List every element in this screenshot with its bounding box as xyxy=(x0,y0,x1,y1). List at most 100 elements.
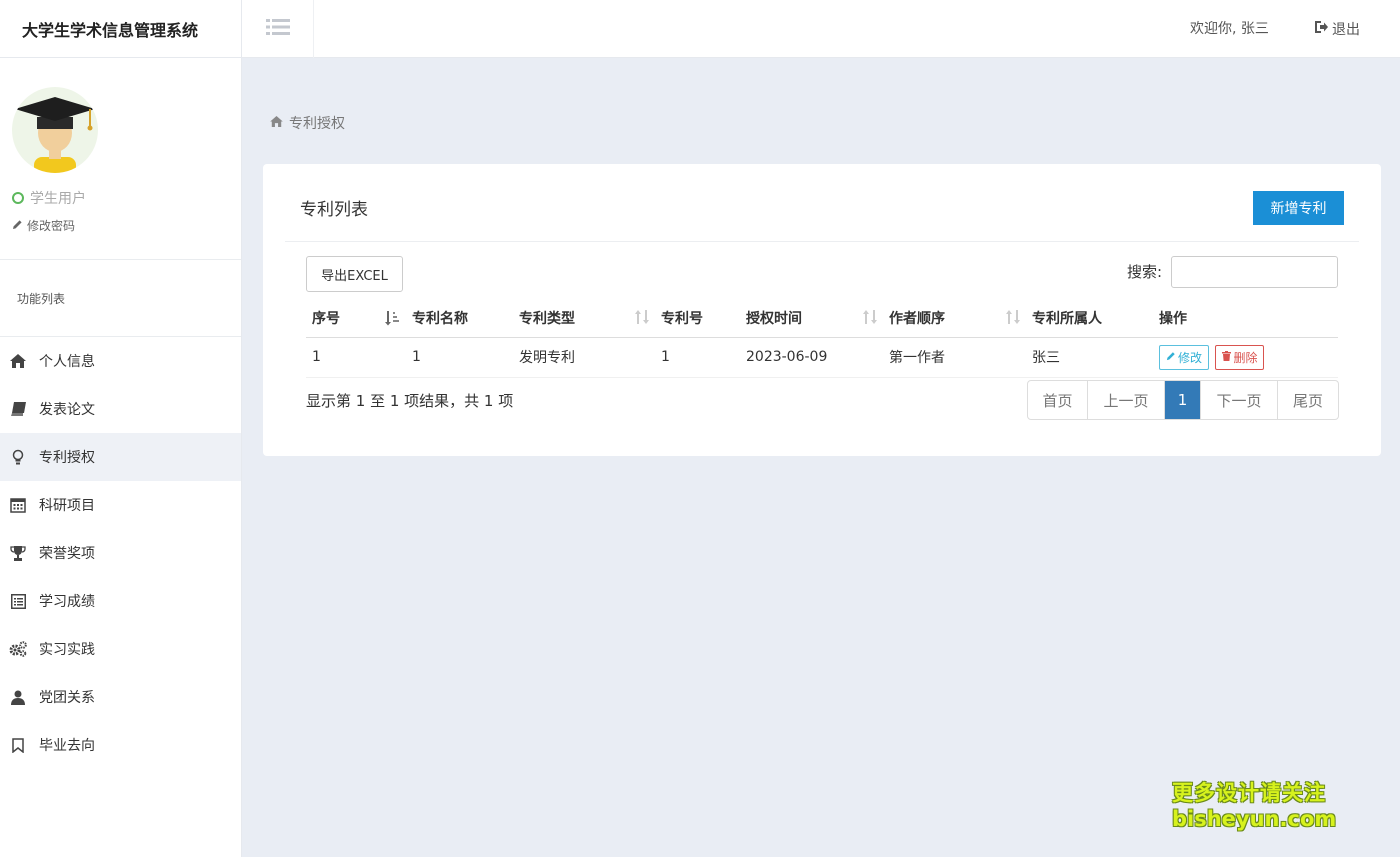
sidebar-item-graduation[interactable]: 毕业去向 xyxy=(0,721,241,769)
column-label: 作者顺序 xyxy=(889,311,945,328)
page-next-button[interactable]: 下一页 xyxy=(1201,381,1278,419)
sidebar-item-label: 发表论文 xyxy=(39,402,95,418)
column-label: 授权时间 xyxy=(746,311,802,328)
sort-icon xyxy=(1006,310,1020,328)
sidebar-item-research-projects[interactable]: 科研项目 xyxy=(0,481,241,529)
divider xyxy=(285,241,1359,242)
user-profile: 学生用户 修改密码 xyxy=(0,58,241,260)
sidebar-item-honors[interactable]: 荣誉奖项 xyxy=(0,529,241,577)
column-header-patent-no[interactable]: 专利号 xyxy=(655,300,740,338)
pencil-icon xyxy=(12,219,23,233)
user-role: 学生用户 xyxy=(12,188,86,208)
column-label: 专利类型 xyxy=(519,311,575,328)
sidebar-item-label: 专利授权 xyxy=(39,450,95,466)
sidebar-item-label: 荣誉奖项 xyxy=(39,546,95,562)
column-label: 序号 xyxy=(312,311,340,328)
home-icon xyxy=(270,115,283,131)
sidebar-item-label: 党团关系 xyxy=(39,690,95,706)
book-icon xyxy=(9,400,27,418)
cell-name: 1 xyxy=(406,337,513,378)
bookmark-icon xyxy=(9,736,27,754)
sidebar: 学生用户 修改密码 功能列表 个人信息 发表论文 专利授权 科研项目 荣誉奖项 … xyxy=(0,58,242,857)
search-input[interactable] xyxy=(1171,256,1338,288)
sidebar-item-label: 科研项目 xyxy=(39,498,95,514)
sidebar-item-patents[interactable]: 专利授权 xyxy=(0,433,241,481)
column-header-actions: 操作 xyxy=(1153,300,1338,338)
cell-no: 1 xyxy=(306,337,406,378)
sidebar-item-label: 个人信息 xyxy=(39,354,95,370)
page-prev-button[interactable]: 上一页 xyxy=(1088,381,1165,419)
patent-list-panel: 专利列表 新增专利 导出EXCEL 搜索: 序号 专利名称 专利类型 专利号 授… xyxy=(263,164,1381,456)
cell-actions: 修改 删除 xyxy=(1153,337,1338,378)
trash-icon xyxy=(1222,350,1232,364)
column-header-no[interactable]: 序号 xyxy=(306,300,406,338)
logout-button[interactable]: 退出 xyxy=(1314,0,1360,58)
sidebar-item-papers[interactable]: 发表论文 xyxy=(0,385,241,433)
sidebar-item-party-relations[interactable]: 党团关系 xyxy=(0,673,241,721)
edit-button[interactable]: 修改 xyxy=(1159,344,1210,370)
watermark: 更多设计请关注 bisheyun.com xyxy=(1172,780,1336,832)
breadcrumb-label: 专利授权 xyxy=(289,116,345,132)
app-title: 大学生学术信息管理系统 xyxy=(0,0,242,58)
table-header-row: 序号 专利名称 专利类型 专利号 授权时间 作者顺序 专利所属人 操作 xyxy=(306,300,1338,338)
column-header-owner[interactable]: 专利所属人 xyxy=(1026,300,1153,338)
page-first-button[interactable]: 首页 xyxy=(1028,381,1088,419)
avatar xyxy=(12,87,98,173)
lightbulb-icon xyxy=(9,448,27,466)
panel-title: 专利列表 xyxy=(300,200,368,220)
sidebar-item-label: 学习成绩 xyxy=(39,594,95,610)
user-icon xyxy=(9,688,27,706)
edit-label: 修改 xyxy=(1178,350,1203,365)
user-role-label: 学生用户 xyxy=(30,191,86,207)
sidebar-item-internship[interactable]: 实习实践 xyxy=(0,625,241,673)
change-password-link[interactable]: 修改密码 xyxy=(12,217,75,234)
welcome-text: 欢迎你, 张三 xyxy=(1190,21,1269,37)
column-label: 专利名称 xyxy=(412,311,468,328)
column-label: 专利号 xyxy=(661,311,703,328)
sort-amount-asc-icon xyxy=(384,310,400,330)
logout-label: 退出 xyxy=(1332,22,1360,38)
cell-owner: 张三 xyxy=(1026,337,1153,378)
patent-table: 序号 专利名称 专利类型 专利号 授权时间 作者顺序 专利所属人 操作 1 1 … xyxy=(306,300,1338,378)
sidebar-item-personal-info[interactable]: 个人信息 xyxy=(0,337,241,385)
export-excel-button[interactable]: 导出EXCEL xyxy=(306,256,403,292)
gears-icon xyxy=(9,640,27,658)
table-info: 显示第 1 至 1 项结果，共 1 项 xyxy=(306,392,514,410)
online-status-icon xyxy=(12,192,24,204)
column-header-date[interactable]: 授权时间 xyxy=(740,300,883,338)
top-bar: 大学生学术信息管理系统 欢迎你, 张三 退出 xyxy=(0,0,1400,58)
menu-toggle-button[interactable] xyxy=(243,0,314,58)
change-password-label: 修改密码 xyxy=(27,219,76,233)
search-label: 搜索: xyxy=(1127,263,1163,281)
watermark-line-1: 更多设计请关注 xyxy=(1172,781,1326,805)
column-header-order[interactable]: 作者顺序 xyxy=(883,300,1026,338)
table-row: 1 1 发明专利 1 2023-06-09 第一作者 张三 修改 删除 xyxy=(306,337,1338,378)
cell-patent-no: 1 xyxy=(655,337,740,378)
cell-order: 第一作者 xyxy=(883,337,1026,378)
list-alt-icon xyxy=(9,592,27,610)
sort-icon xyxy=(863,310,877,328)
watermark-line-2: bisheyun.com xyxy=(1172,807,1337,831)
cell-type: 发明专利 xyxy=(513,337,655,378)
column-header-type[interactable]: 专利类型 xyxy=(513,300,655,338)
page-last-button[interactable]: 尾页 xyxy=(1278,381,1338,419)
delete-button[interactable]: 删除 xyxy=(1215,344,1265,370)
pagination: 首页 上一页 1 下一页 尾页 xyxy=(1027,380,1339,420)
pencil-icon xyxy=(1166,350,1176,364)
sidebar-item-label: 实习实践 xyxy=(39,642,95,658)
function-list-title: 功能列表 xyxy=(0,260,241,337)
home-icon xyxy=(9,352,27,370)
column-label: 专利所属人 xyxy=(1032,311,1102,328)
add-patent-button[interactable]: 新增专利 xyxy=(1253,191,1344,225)
sign-out-icon xyxy=(1314,20,1328,38)
calendar-icon xyxy=(9,496,27,514)
sort-icon xyxy=(635,310,649,328)
list-icon xyxy=(266,18,290,40)
sidebar-item-grades[interactable]: 学习成绩 xyxy=(0,577,241,625)
page-current-button[interactable]: 1 xyxy=(1165,381,1201,419)
column-header-name[interactable]: 专利名称 xyxy=(406,300,513,338)
trophy-icon xyxy=(9,544,27,562)
cell-date: 2023-06-09 xyxy=(740,337,883,378)
breadcrumb: 专利授权 xyxy=(270,113,345,133)
column-label: 操作 xyxy=(1159,311,1187,328)
